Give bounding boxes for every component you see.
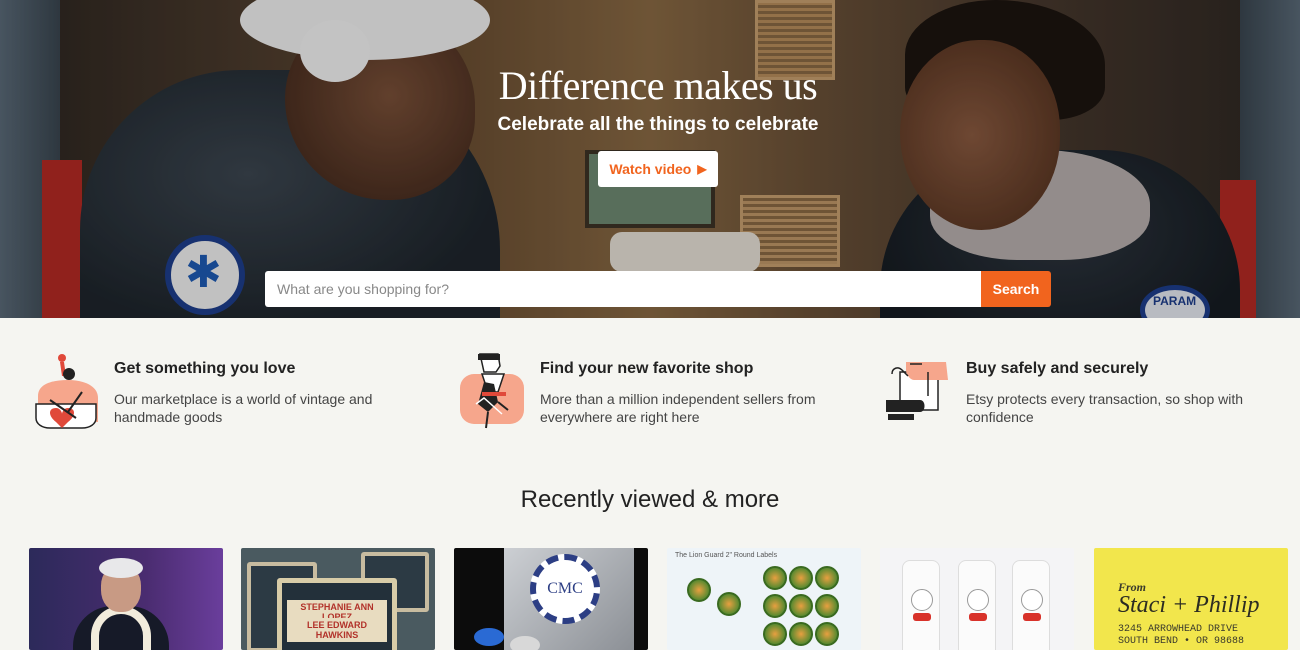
thumb-topper [763, 594, 787, 618]
watch-video-button[interactable]: Watch video ▶ [598, 151, 718, 187]
listing-card-2[interactable]: STEPHANIE ANN LOPEZ LEE EDWARD HAWKINS [241, 548, 435, 650]
listing-card-3[interactable]: CMC [454, 548, 648, 650]
search-button[interactable]: Search [981, 271, 1051, 307]
thumb-chip: CMC [530, 554, 600, 624]
handshake-card-icon [886, 362, 948, 420]
value-prop-title: Buy safely and securely [966, 360, 1149, 377]
listing-card-5[interactable] [880, 548, 1074, 650]
thumb-topper [815, 594, 839, 618]
value-prop-item: Find your new favorite shop More than a … [458, 352, 858, 442]
thumb-topper [763, 622, 787, 646]
thumb-stamp-address: 3245 ARROWHEAD DRIVE [1118, 624, 1239, 635]
value-prop-item: Buy safely and securely Etsy protects ev… [884, 352, 1284, 442]
thumb-topper [815, 566, 839, 590]
value-prop-title: Get something you love [114, 360, 296, 377]
hero-subtitle: Celebrate all the things to celebrate [497, 114, 819, 135]
thumb-snowman-face [1021, 589, 1043, 611]
value-props: Get something you love Our marketplace i… [0, 318, 1300, 458]
thumb-topper [789, 594, 813, 618]
hero-title: Difference makes us [498, 63, 818, 108]
thumb-topper [789, 566, 813, 590]
thumb-bow [913, 613, 931, 621]
thumb-header-text: The Lion Guard 2" Round Labels [675, 552, 778, 559]
search-bar: Search [265, 271, 1051, 307]
shopkeeper-icon [460, 353, 524, 429]
thumb-treat-bag [1012, 560, 1050, 650]
thumb-bow [969, 613, 987, 621]
value-prop-item: Get something you love Our marketplace i… [32, 352, 432, 442]
thumb-bow [1023, 613, 1041, 621]
value-prop-text: Etsy protects every transaction, so shop… [966, 391, 1244, 425]
thumb-topper [687, 578, 711, 602]
watch-video-label: Watch video [609, 161, 692, 177]
thumb-snowman-face [911, 589, 933, 611]
thumb-topper [763, 566, 787, 590]
thumb-snowman-face [967, 589, 989, 611]
thumb-hair [99, 558, 143, 578]
thumb-topper [815, 622, 839, 646]
recently-viewed-list: STEPHANIE ANN LOPEZ LEE EDWARD HAWKINS C… [29, 548, 1289, 650]
thumb-chip-stack [510, 636, 540, 650]
listing-card-1[interactable] [29, 548, 223, 650]
value-prop-text: Our marketplace is a world of vintage an… [114, 391, 373, 425]
thumb-topper [789, 622, 813, 646]
thumb-stamp-address: SOUTH BEND • OR 98688 [1118, 636, 1245, 647]
thumb-card-text: LEE EDWARD HAWKINS [287, 618, 387, 642]
listing-card-6[interactable]: From Staci + Phillip 3245 ARROWHEAD DRIV… [1094, 548, 1288, 650]
search-input[interactable] [265, 271, 981, 307]
thumb-stamp-names: Staci + Phillip [1118, 592, 1260, 618]
recently-viewed-title: Recently viewed & more [520, 486, 780, 513]
thumb-chip-stack [474, 628, 504, 646]
thumb-treat-bag [958, 560, 996, 650]
value-prop-text: More than a million independent sellers … [540, 391, 816, 425]
listing-card-4[interactable]: The Lion Guard 2" Round Labels [667, 548, 861, 650]
hero-banner: PARAM Difference makes us Celebrate all … [0, 0, 1300, 318]
play-icon: ▶ [697, 162, 707, 176]
thumb-treat-bag [902, 560, 940, 650]
person-heart-icon [35, 354, 98, 429]
thumb-topper [717, 592, 741, 616]
value-prop-title: Find your new favorite shop [540, 360, 754, 377]
